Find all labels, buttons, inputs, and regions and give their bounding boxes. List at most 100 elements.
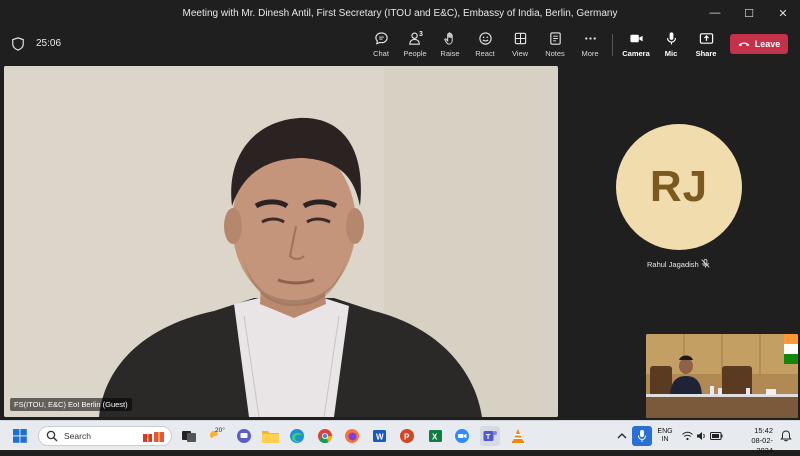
- tray-overflow-button[interactable]: [612, 426, 632, 446]
- search-icon: [46, 430, 58, 442]
- react-label: React: [475, 49, 495, 58]
- taskbar-app-zoom[interactable]: [452, 426, 472, 446]
- more-label: More: [581, 49, 599, 58]
- share-label: Share: [695, 49, 717, 58]
- windows-logo-icon: [13, 429, 27, 443]
- more-button[interactable]: More: [573, 29, 607, 61]
- taskbar-app-chrome[interactable]: [315, 426, 335, 446]
- people-label: People: [403, 49, 427, 58]
- window-title: Meeting with Mr. Dinesh Antil, First Sec…: [182, 7, 618, 19]
- phone-hangup-icon: [738, 42, 749, 47]
- taskbar-app-excel[interactable]: X: [425, 426, 445, 446]
- notes-label: Notes: [545, 49, 565, 58]
- svg-text:T: T: [486, 432, 491, 441]
- camera-label: Camera: [622, 49, 650, 58]
- chat-bubble-icon: [237, 429, 251, 443]
- chrome-browser-icon: [318, 429, 333, 444]
- chat-icon: [374, 32, 388, 45]
- raise-hand-button[interactable]: Raise: [433, 29, 467, 61]
- svg-text:P: P: [404, 433, 410, 442]
- notifications-button[interactable]: [776, 426, 796, 446]
- taskbar-app-teams[interactable]: T: [480, 426, 500, 446]
- toolbar-divider: [612, 34, 613, 56]
- svg-text:W: W: [376, 433, 384, 442]
- avatar-name-label: Rahul Jagadish: [647, 260, 699, 269]
- participant-name-tag: FS(ITOU, E&C) EoI Berlin (Guest): [10, 398, 132, 411]
- taskbar-app-file-explorer[interactable]: [260, 426, 280, 446]
- people-button[interactable]: 3 People: [398, 29, 432, 61]
- vlc-cone-icon: [512, 429, 524, 443]
- hand-icon: [443, 32, 453, 45]
- firefox-browser-icon: [345, 429, 359, 443]
- grid-icon: [514, 32, 526, 45]
- mic-label: Mic: [664, 49, 678, 58]
- people-count-badge: 3: [419, 31, 423, 38]
- language-indicator[interactable]: ENG IN: [655, 428, 675, 444]
- notes-icon: [549, 32, 561, 45]
- avatar-initials: RJ: [649, 162, 709, 211]
- clock-time: 15:42: [754, 426, 773, 435]
- smile-icon: [478, 32, 492, 45]
- self-view-tile[interactable]: [646, 334, 798, 418]
- meeting-timer: 25:06: [36, 38, 62, 49]
- title-bar: Meeting with Mr. Dinesh Antil, First Sec…: [0, 0, 800, 26]
- edge-browser-icon: [290, 429, 304, 443]
- taskbar-clock[interactable]: 15:42 08-02-2024: [735, 426, 773, 456]
- taskbar-app-edge[interactable]: [287, 426, 307, 446]
- window-controls: — ☐ ✕: [698, 0, 800, 26]
- taskbar-app-teams-chat[interactable]: [234, 426, 254, 446]
- participant-video-feed: [4, 66, 558, 417]
- powerpoint-icon: P: [400, 429, 414, 443]
- chevron-up-icon: [617, 433, 627, 439]
- raise-label: Raise: [440, 49, 460, 58]
- word-icon: W: [373, 430, 386, 442]
- windows-taskbar: Search 20° W P X T ENG IN 15:42 08-02-20…: [0, 420, 800, 455]
- meeting-stage: FS(ITOU, E&C) EoI Berlin (Guest) RJ Rahu…: [0, 64, 800, 420]
- leave-button[interactable]: Leave: [730, 34, 788, 54]
- wifi-icon: [681, 431, 693, 441]
- self-video-feed: [646, 334, 798, 418]
- taskbar-app-word[interactable]: W: [369, 426, 389, 446]
- language-code: ENG: [657, 428, 673, 435]
- excel-icon: X: [429, 430, 442, 442]
- tray-mic-button[interactable]: [632, 426, 652, 446]
- teams-icon: T: [483, 431, 497, 441]
- notes-button[interactable]: Notes: [538, 29, 572, 61]
- view-button[interactable]: View: [503, 29, 537, 61]
- minimize-button[interactable]: —: [698, 0, 732, 26]
- close-button[interactable]: ✕: [766, 0, 800, 26]
- weather-temperature: 20°: [215, 427, 225, 434]
- start-button[interactable]: [10, 426, 30, 446]
- task-view-icon: [182, 431, 196, 442]
- taskbar-app-vlc[interactable]: [508, 426, 528, 446]
- language-region: IN: [661, 436, 669, 443]
- leave-label: Leave: [754, 39, 781, 49]
- mic-icon: [666, 32, 676, 45]
- mic-off-icon: [701, 258, 710, 268]
- zoom-app-icon: [455, 429, 469, 443]
- avatar[interactable]: RJ: [616, 124, 742, 250]
- tray-status-icons[interactable]: [680, 426, 724, 446]
- shield-icon: [12, 37, 24, 51]
- camera-button[interactable]: Camera: [619, 29, 653, 61]
- mic-button[interactable]: Mic: [654, 29, 688, 61]
- svg-text:X: X: [432, 433, 438, 442]
- maximize-button[interactable]: ☐: [732, 0, 766, 26]
- main-video-tile[interactable]: FS(ITOU, E&C) EoI Berlin (Guest): [4, 66, 558, 417]
- bell-icon: [780, 430, 792, 442]
- task-view-button[interactable]: [179, 426, 199, 446]
- search-label: Search: [64, 431, 91, 441]
- taskbar-app-powerpoint[interactable]: P: [397, 426, 417, 446]
- share-button[interactable]: Share: [689, 29, 723, 61]
- taskbar-search[interactable]: Search: [38, 426, 172, 446]
- meeting-toolbar: 25:06 Chat 3 People Raise React View Not…: [0, 26, 800, 64]
- react-button[interactable]: React: [468, 29, 502, 61]
- camera-icon: [629, 34, 643, 43]
- chat-button[interactable]: Chat: [364, 29, 398, 61]
- volume-icon: [696, 432, 705, 440]
- share-icon: [699, 33, 713, 44]
- battery-icon: [709, 432, 722, 440]
- taskbar-app-firefox[interactable]: [342, 426, 362, 446]
- clock-date: 08-02-2024: [751, 436, 773, 455]
- more-dots-icon: [584, 37, 596, 40]
